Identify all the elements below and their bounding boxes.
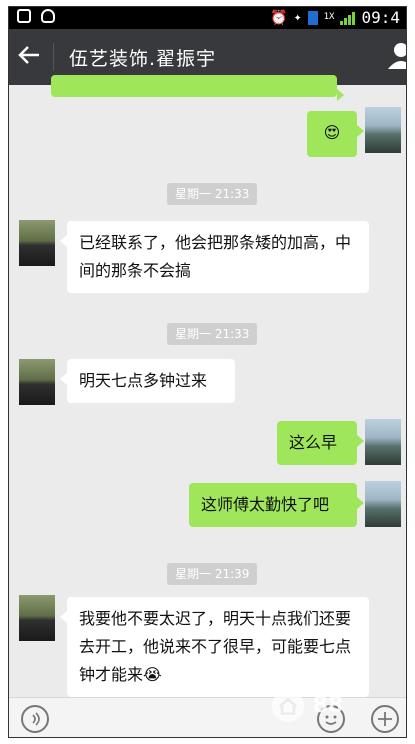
message-bubble-outgoing[interactable]: 😍 <box>307 111 364 157</box>
my-avatar[interactable] <box>365 481 401 527</box>
chat-title: 伍艺装饰.翟振宇 <box>69 48 217 70</box>
home-icon <box>271 689 305 723</box>
network-type-label: 1X <box>323 12 335 22</box>
message-bubble-incoming[interactable]: 我要他不要太迟了，明天十点我们还要去开工，他说来不了很早，可能要七点钟才能来😭 <box>60 597 369 697</box>
watermark-logo: 88 <box>271 689 391 733</box>
my-avatar[interactable] <box>365 107 401 153</box>
signal-strength-icon <box>340 11 356 25</box>
my-avatar[interactable] <box>365 419 401 465</box>
status-time: 09:4 <box>361 8 400 27</box>
person-icon[interactable] <box>386 41 407 71</box>
header-divider <box>53 43 54 71</box>
contact-avatar[interactable] <box>19 220 55 266</box>
status-right-icons: ⏰ ✦ 1X 09:4 <box>270 8 400 27</box>
phone-screenshot-frame: ⏰ ✦ 1X 09:4 伍艺装饰.翟振宇 😍 星期一 21:33 已经联系了，他… <box>8 6 407 738</box>
notification-icon <box>17 9 31 23</box>
message-bubble-incoming[interactable]: 已经联系了，他会把那条矮的加高，中间的那条不会搞 <box>60 221 369 293</box>
message-list[interactable]: 😍 星期一 21:33 已经联系了，他会把那条矮的加高，中间的那条不会搞 星期一… <box>9 75 406 697</box>
timestamp: 星期一 21:33 <box>167 323 258 345</box>
message-bubble-outgoing[interactable]: 这么早 <box>277 421 364 465</box>
sim-icon <box>307 10 318 25</box>
message-bubble-partial <box>51 75 344 101</box>
contact-avatar[interactable] <box>19 595 55 641</box>
watermark-text: 88 <box>312 693 344 718</box>
contact-avatar[interactable] <box>19 359 55 405</box>
message-bubble-incoming[interactable]: 明天七点多钟过来 <box>60 359 235 403</box>
timestamp: 星期一 21:39 <box>167 563 258 585</box>
back-arrow-icon[interactable] <box>15 41 43 69</box>
status-bar: ⏰ ✦ 1X 09:4 <box>9 7 406 29</box>
message-bubble-outgoing[interactable]: 这师傅太勤快了吧 <box>189 483 364 527</box>
alarm-icon: ⏰ <box>270 9 288 26</box>
status-left-icons <box>17 9 55 23</box>
wifi-icon: ✦ <box>293 10 302 25</box>
shield-icon <box>41 9 55 23</box>
timestamp: 星期一 21:33 <box>167 183 258 205</box>
voice-icon[interactable] <box>21 705 49 733</box>
